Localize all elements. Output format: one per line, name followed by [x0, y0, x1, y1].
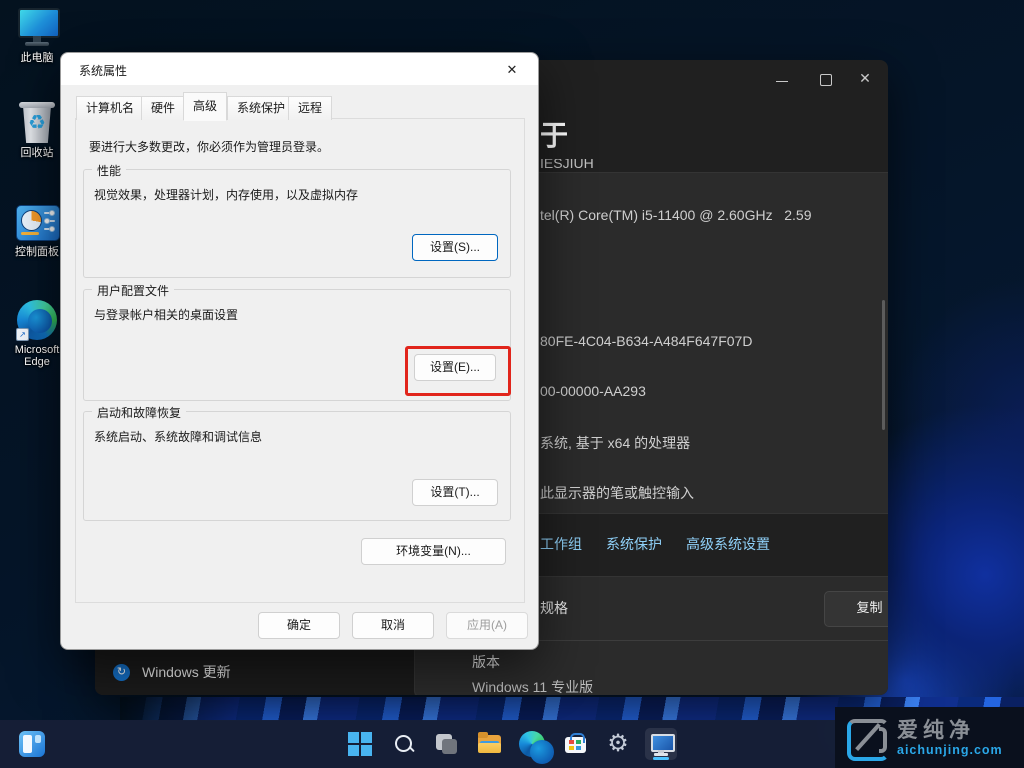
apply-button[interactable]: 应用(A): [446, 612, 528, 639]
this-pc-icon: [14, 6, 60, 50]
tab-system-protection[interactable]: 系统保护: [227, 96, 295, 120]
maximize-icon[interactable]: [820, 74, 832, 86]
watermark: 爱纯净 aichunjing.com: [835, 707, 1024, 768]
start-button[interactable]: [344, 728, 376, 760]
edge-icon[interactable]: [516, 728, 548, 760]
tab-remote[interactable]: 远程: [288, 96, 332, 120]
dialog-titlebar: 系统属性 ✕: [61, 53, 538, 85]
scrollbar[interactable]: [882, 300, 885, 430]
system-type-value: 系统, 基于 x64 的处理器: [540, 433, 690, 453]
link-advanced-system-settings[interactable]: 高级系统设置: [686, 534, 770, 554]
close-icon[interactable]: ✕: [852, 70, 878, 88]
link-workgroup[interactable]: 工作组: [540, 534, 582, 554]
edge-icon: ↗: [14, 298, 60, 342]
tab-computer-name[interactable]: 计算机名: [76, 96, 144, 120]
pen-touch-value: 此显示器的笔或触控输入: [540, 483, 694, 503]
widgets-icon[interactable]: [16, 728, 48, 760]
sidebar-item-windows-update[interactable]: ↻ Windows 更新: [113, 657, 403, 687]
system-properties-taskbar-icon[interactable]: [645, 728, 677, 760]
shortcut-arrow-icon: ↗: [16, 328, 29, 341]
version-value: Windows 11 专业版: [472, 677, 593, 695]
version-label: 版本: [472, 652, 500, 672]
active-app-indicator: [653, 757, 669, 760]
processor-value: tel(R) Core(TM) i5-11400 @ 2.60GHz 2.59: [540, 207, 812, 223]
cancel-button[interactable]: 取消: [352, 612, 434, 639]
watermark-domain: aichunjing.com: [897, 743, 1003, 757]
tab-hardware[interactable]: 硬件: [141, 96, 185, 120]
task-view-icon[interactable]: [430, 728, 462, 760]
group-performance: 性能 视觉效果，处理器计划，内存使用，以及虚拟内存 设置(S)...: [83, 169, 511, 278]
system-properties-dialog: 系统属性 ✕ 计算机名 硬件 高级 系统保护 远程 要进行大多数更改，你必须作为…: [60, 52, 539, 650]
startup-settings-button[interactable]: 设置(T)...: [412, 479, 498, 506]
aichunjing-logo-icon: [845, 717, 887, 759]
watermark-title: 爱纯净: [897, 719, 1003, 743]
related-links: 工作组 系统保护 高级系统设置: [540, 534, 770, 554]
windows-spec-header: 规格: [540, 598, 568, 618]
environment-variables-button[interactable]: 环境变量(N)...: [361, 538, 506, 565]
ok-button[interactable]: 确定: [258, 612, 340, 639]
recycle-bin-icon: ♻: [14, 101, 60, 145]
windows-logo-icon: [348, 732, 372, 756]
group-startup-recovery: 启动和故障恢复 系统启动、系统故障和调试信息 设置(T)...: [83, 411, 511, 521]
admin-note: 要进行大多数更改，你必须作为管理员登录。: [89, 138, 329, 155]
group-user-profiles: 用户配置文件 与登录帐户相关的桌面设置 设置(E)...: [83, 289, 511, 401]
store-icon[interactable]: [559, 728, 591, 760]
minimize-icon[interactable]: [776, 81, 788, 100]
close-icon[interactable]: ✕: [494, 57, 530, 82]
red-highlight-annotation: [405, 346, 511, 396]
product-id-value: 00-00000-AA293: [540, 383, 646, 399]
link-system-protection[interactable]: 系统保护: [606, 534, 662, 554]
file-explorer-icon[interactable]: [473, 728, 505, 760]
dialog-title: 系统属性: [79, 62, 127, 79]
copy-button[interactable]: 复制: [824, 591, 888, 627]
about-page-title: 于: [540, 114, 568, 154]
device-name: IESJIUH: [540, 159, 594, 170]
settings-gear-icon[interactable]: ⚙: [602, 728, 634, 760]
control-panel-icon: [14, 200, 60, 244]
performance-settings-button[interactable]: 设置(S)...: [412, 234, 498, 261]
windows-update-icon: ↻: [113, 664, 130, 681]
device-id-value: 80FE-4C04-B634-A484F647F07D: [540, 333, 752, 349]
search-icon[interactable]: [387, 728, 419, 760]
tab-advanced[interactable]: 高级: [183, 92, 227, 121]
